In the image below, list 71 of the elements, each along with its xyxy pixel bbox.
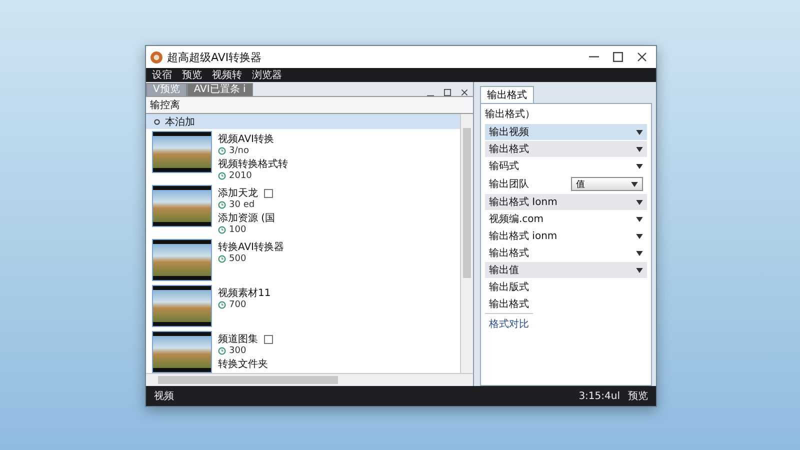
window-title: 超高超级AVI转换器	[167, 50, 263, 64]
tag-icon	[264, 188, 273, 198]
close-icon	[637, 52, 647, 62]
duration-text: 2010	[229, 171, 252, 181]
video-title: 添加天龙	[218, 186, 258, 200]
caret-icon	[636, 216, 643, 222]
maximize-icon	[613, 52, 623, 62]
clock-icon	[218, 201, 226, 209]
horizontal-scrollbar[interactable]	[146, 373, 473, 386]
dropdown-row[interactable]: 输出格式 Ionm	[485, 194, 647, 210]
clock-icon	[218, 147, 226, 155]
dropdown-row[interactable]: 输出格式	[485, 141, 647, 157]
group-label: 本泊加	[165, 116, 195, 128]
video-title: 频道图集	[218, 332, 258, 346]
clock-icon	[218, 255, 226, 263]
status-text: 视频	[154, 390, 174, 403]
menu-item[interactable]: 浏览器	[252, 68, 282, 82]
video-thumbnail-placeholder[interactable]	[152, 239, 212, 281]
menu-item[interactable]: 视频转	[212, 68, 242, 82]
video-thumbnail-placeholder[interactable]	[152, 285, 212, 327]
clock-icon	[218, 301, 226, 309]
tag-icon	[264, 334, 273, 344]
link[interactable]: 格式对比	[485, 313, 533, 334]
minimize-icon	[427, 94, 434, 96]
select-field[interactable]: 值	[571, 177, 643, 191]
maximize-icon	[444, 89, 451, 96]
field-label: 输出团队	[489, 178, 529, 191]
caret-icon	[636, 200, 643, 204]
duration-text: 300	[229, 346, 246, 356]
caret-icon	[636, 146, 643, 152]
time-text: 3:15:4ul	[578, 390, 620, 402]
caret-icon	[636, 250, 643, 256]
group-header[interactable]: 本泊加	[146, 114, 460, 129]
duration-text: 3/no	[229, 146, 249, 156]
video-title: 视频转换格式转	[218, 158, 288, 171]
dropdown-row[interactable]: 输出值	[485, 262, 647, 278]
dropdown-row[interactable]: 输出视频	[485, 124, 647, 140]
caret-icon	[631, 182, 638, 186]
tab[interactable]: AVI已置条 i	[186, 83, 253, 96]
video-thumbnail-placeholder[interactable]	[152, 185, 212, 227]
tab[interactable]: 输出格式	[480, 86, 534, 103]
caret-icon	[636, 130, 643, 134]
clock-icon	[218, 226, 226, 234]
panel-heading: 输控离	[146, 97, 473, 114]
caret-icon	[636, 164, 643, 168]
video-title: 转换AVI转换器	[218, 241, 284, 254]
video-title: 添加资源 (国	[218, 212, 276, 225]
duration-text: 100	[229, 225, 246, 235]
minimize-icon	[589, 56, 599, 58]
close-icon	[461, 89, 468, 96]
vertical-scrollbar[interactable]	[460, 114, 473, 373]
menu-item[interactable]: 预览	[182, 68, 202, 82]
video-title: 视频素材11	[218, 286, 271, 300]
caret-icon	[636, 234, 643, 238]
clock-icon	[218, 347, 226, 355]
section-label: 输出格式）	[485, 108, 536, 121]
option-text: 输出格式	[488, 298, 530, 312]
caret-icon	[636, 268, 643, 272]
video-thumbnail-placeholder[interactable]	[152, 131, 212, 173]
expanded-icon	[154, 118, 160, 124]
duration-text: 500	[229, 254, 246, 264]
status-text: 预览	[628, 390, 648, 403]
video-title: 视频AVI转换	[218, 132, 274, 146]
duration-text: 700	[229, 300, 246, 310]
menu-item[interactable]: 设宿	[152, 68, 172, 82]
option-text: 输出版式	[488, 280, 530, 295]
video-title: 转换文件夹	[218, 358, 268, 371]
duration-text: 30 ed	[229, 200, 255, 210]
app-logo-icon	[150, 50, 163, 64]
clock-icon	[218, 172, 226, 180]
video-thumbnail-placeholder[interactable]	[152, 331, 212, 373]
